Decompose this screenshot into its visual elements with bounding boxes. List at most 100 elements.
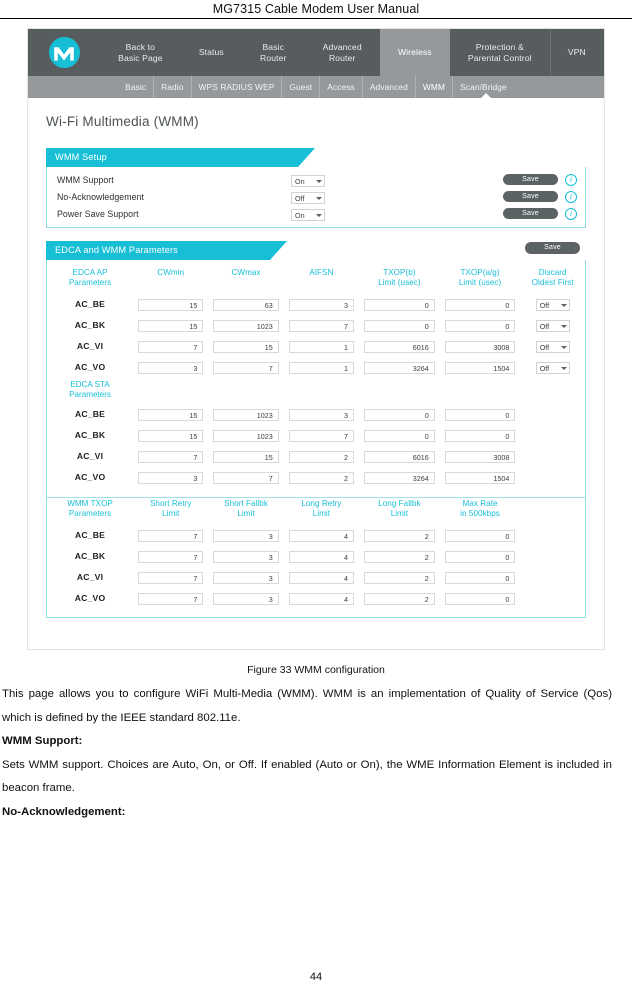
input-short-retry-limit[interactable]: 7	[138, 592, 204, 605]
input-txop-ag[interactable]: 3008	[444, 340, 516, 353]
subnav-item-access[interactable]: Access	[319, 76, 362, 98]
subnav-item-wps-radius-wep[interactable]: WPS RADIUS WEP	[190, 76, 282, 98]
input-aifsn[interactable]: 1	[288, 361, 355, 374]
info-icon[interactable]: i	[565, 207, 577, 220]
input-aifsn[interactable]: 7	[288, 429, 355, 442]
input-short-retry-limit[interactable]: 7	[138, 571, 204, 584]
wmm-setup-header: WMM Setup	[46, 148, 586, 167]
nav-item-protection-parental-control[interactable]: Protection & Parental Control	[450, 29, 550, 76]
no-acknowledgement-select[interactable]: Off	[291, 192, 325, 204]
input-cwmax[interactable]: 1023	[213, 319, 279, 332]
input-txop-b[interactable]: 0	[364, 319, 435, 332]
input-aifsn[interactable]: 2	[288, 450, 355, 463]
input-short-fallbk-limit[interactable]: 3	[213, 592, 279, 605]
input-long-fallbk-limit[interactable]: 2	[364, 571, 435, 584]
input-long-retry-limit[interactable]: 4	[288, 550, 355, 563]
input-txop-b[interactable]: 6016	[364, 340, 435, 353]
input-txop-b[interactable]: 0	[364, 298, 435, 311]
subnav-item-wmm[interactable]: WMM	[414, 76, 452, 98]
input-aifsn[interactable]: 1	[288, 340, 355, 353]
save-button-wmm-support[interactable]: Save	[503, 173, 558, 186]
info-icon[interactable]: i	[565, 190, 577, 203]
input-long-retry-limit[interactable]: 4	[288, 529, 355, 542]
cell-aifsn: 7	[284, 424, 359, 445]
input-long-fallbk-limit[interactable]: 2	[364, 550, 435, 563]
cell-cwmax: 1023	[208, 314, 283, 335]
save-button-no-acknowledgement[interactable]: Save	[503, 190, 558, 203]
input-txop-b[interactable]: 0	[364, 429, 435, 442]
input-txop-ag[interactable]: 3008	[444, 450, 516, 463]
input-cwmin[interactable]: 3	[138, 471, 204, 484]
input-short-fallbk-limit[interactable]: 3	[213, 529, 279, 542]
input-max-rate[interactable]: 0	[444, 571, 516, 584]
cell-cwmax: 7	[208, 466, 283, 487]
input-long-retry-limit[interactable]: 4	[288, 571, 355, 584]
subnav-item-guest[interactable]: Guest	[281, 76, 319, 98]
nav-item-vpn[interactable]: VPN	[550, 29, 604, 76]
input-short-retry-limit[interactable]: 7	[138, 529, 204, 542]
input-txop-ag[interactable]: 0	[444, 298, 516, 311]
input-cwmin[interactable]: 15	[138, 298, 204, 311]
input-cwmin[interactable]: 7	[138, 340, 204, 353]
nav-item-wireless[interactable]: Wireless	[379, 29, 450, 76]
save-button-edca[interactable]: Save	[525, 242, 580, 254]
subnav-item-basic[interactable]: Basic	[118, 76, 153, 98]
input-cwmin[interactable]: 15	[138, 319, 204, 332]
row-no-acknowledgement: No-Acknowledgement Off Save i	[47, 188, 585, 205]
input-long-fallbk-limit[interactable]: 2	[364, 529, 435, 542]
info-icon[interactable]: i	[565, 173, 577, 186]
nav-item-basic-router[interactable]: Basic Router	[242, 29, 305, 76]
power-save-support-select[interactable]: On	[291, 209, 325, 221]
input-max-rate[interactable]: 0	[444, 529, 516, 542]
discard-oldest-first-select[interactable]: Off	[535, 320, 570, 332]
input-txop-b[interactable]: 3264	[364, 361, 435, 374]
wmm-support-select[interactable]: On	[291, 175, 325, 187]
subnav-item-advanced[interactable]: Advanced	[361, 76, 415, 98]
input-short-retry-limit[interactable]: 7	[138, 550, 204, 563]
nav-item-back-to-basic-page[interactable]: Back to Basic Page	[100, 29, 181, 76]
input-txop-ag[interactable]: 1504	[444, 361, 516, 374]
save-button-power-save-support[interactable]: Save	[503, 207, 558, 220]
subnav-item-radio[interactable]: Radio	[153, 76, 190, 98]
cell-max-rate: 0	[440, 524, 521, 545]
input-txop-b[interactable]: 3264	[364, 471, 435, 484]
input-cwmax[interactable]: 7	[213, 361, 279, 374]
input-cwmax[interactable]: 15	[213, 450, 279, 463]
input-long-retry-limit[interactable]: 4	[288, 592, 355, 605]
input-short-fallbk-limit[interactable]: 3	[213, 550, 279, 563]
cell-txop-ag: 0	[440, 314, 521, 335]
input-aifsn[interactable]: 3	[288, 408, 355, 421]
input-aifsn[interactable]: 3	[288, 298, 355, 311]
input-cwmin[interactable]: 15	[138, 429, 204, 442]
input-cwmax[interactable]: 1023	[213, 408, 279, 421]
input-txop-b[interactable]: 6016	[364, 450, 435, 463]
input-cwmin[interactable]: 7	[138, 450, 204, 463]
chevron-down-icon	[560, 366, 567, 370]
cell-aifsn: 3	[284, 293, 359, 314]
input-max-rate[interactable]: 0	[444, 550, 516, 563]
row-label-ac-vo: AC_VO	[74, 592, 106, 603]
nav-item-status[interactable]: Status	[181, 29, 242, 76]
input-cwmax[interactable]: 15	[213, 340, 279, 353]
input-txop-ag[interactable]: 0	[444, 408, 516, 421]
discard-oldest-first-select[interactable]: Off	[535, 362, 570, 374]
input-aifsn[interactable]: 2	[288, 471, 355, 484]
row-label-ac-vo: AC_VO	[74, 361, 106, 372]
input-cwmin[interactable]: 3	[138, 361, 204, 374]
input-long-fallbk-limit[interactable]: 2	[364, 592, 435, 605]
input-cwmax[interactable]: 7	[213, 471, 279, 484]
input-short-fallbk-limit[interactable]: 3	[213, 571, 279, 584]
input-txop-b[interactable]: 0	[364, 408, 435, 421]
input-aifsn[interactable]: 7	[288, 319, 355, 332]
input-cwmin[interactable]: 15	[138, 408, 204, 421]
discard-oldest-first-select[interactable]: Off	[535, 299, 570, 311]
input-cwmax[interactable]: 63	[213, 298, 279, 311]
input-cwmax[interactable]: 1023	[213, 429, 279, 442]
input-txop-ag[interactable]: 0	[444, 429, 516, 442]
primary-nav: Back to Basic Page Status Basic Router A…	[28, 29, 604, 76]
input-txop-ag[interactable]: 0	[444, 319, 516, 332]
nav-item-advanced-router[interactable]: Advanced Router	[305, 29, 380, 76]
discard-oldest-first-select[interactable]: Off	[535, 341, 570, 353]
input-max-rate[interactable]: 0	[444, 592, 516, 605]
input-txop-ag[interactable]: 1504	[444, 471, 516, 484]
